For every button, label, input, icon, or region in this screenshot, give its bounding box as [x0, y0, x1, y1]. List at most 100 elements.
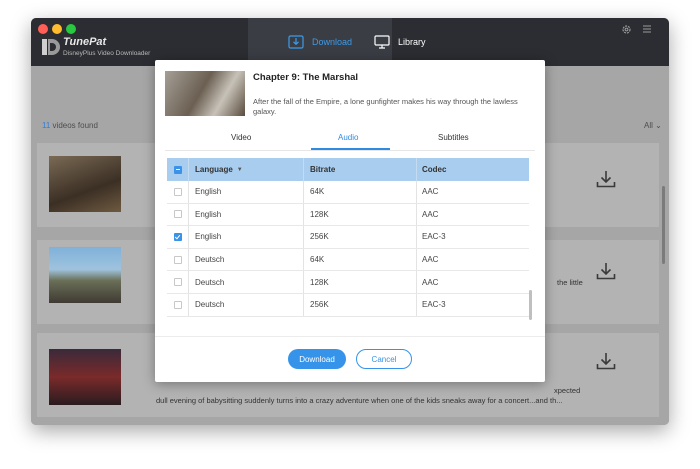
gear-icon[interactable] — [621, 24, 632, 35]
cell-codec: AAC — [422, 209, 439, 219]
close-window-button[interactable] — [38, 24, 48, 34]
row-checkbox[interactable] — [173, 255, 182, 264]
row-checkbox[interactable] — [173, 187, 182, 196]
column-divider — [303, 181, 304, 203]
table-row[interactable]: English 256K EAC-3 — [167, 226, 529, 249]
table-row[interactable]: English 64K AAC — [167, 181, 529, 204]
app-subtitle: DisneyPlus Video Downloader — [63, 50, 151, 57]
episode-poster — [165, 71, 245, 116]
column-divider — [416, 294, 417, 316]
column-header-codec: Codec — [422, 165, 447, 174]
cell-bitrate: 128K — [310, 209, 329, 219]
cell-codec: AAC — [422, 187, 439, 197]
video-thumbnail — [49, 156, 121, 212]
table-row[interactable]: English 128K AAC — [167, 203, 529, 227]
column-divider — [188, 226, 189, 248]
video-thumbnail — [49, 349, 121, 405]
sort-down-icon: ▼ — [236, 166, 243, 173]
row-checkbox[interactable] — [173, 278, 182, 287]
row-checkbox-cell — [167, 294, 188, 316]
column-divider — [188, 203, 189, 226]
column-divider — [416, 181, 417, 203]
videos-found-label: 11 videos found — [42, 121, 98, 130]
list-scrollbar[interactable] — [662, 186, 665, 264]
row-checkbox-cell — [167, 226, 188, 248]
download-icon[interactable] — [596, 352, 616, 370]
cancel-button[interactable]: Cancel — [356, 349, 412, 369]
minimize-window-button[interactable] — [52, 24, 62, 34]
table-scrollbar[interactable] — [529, 290, 532, 320]
download-button[interactable]: Download — [288, 349, 346, 369]
column-divider — [303, 248, 304, 271]
table-header: Language ▼ Bitrate Codec — [167, 158, 529, 181]
video-thumbnail — [49, 247, 121, 303]
tab-divider — [165, 150, 535, 151]
column-divider — [188, 158, 189, 181]
row-checkbox-cell — [167, 271, 188, 293]
column-divider — [416, 203, 417, 226]
column-divider — [416, 158, 417, 181]
row-checkbox-cell — [167, 181, 188, 203]
column-divider — [303, 271, 304, 293]
cell-bitrate: 64K — [310, 187, 325, 197]
episode-description: After the fall of the Empire, a lone gun… — [253, 97, 518, 116]
column-divider — [303, 226, 304, 248]
nav-library-label: Library — [398, 37, 426, 47]
tunepat-logo-icon — [42, 39, 60, 55]
table-row[interactable]: Deutsch 256K EAC-3 — [167, 294, 529, 317]
column-divider — [416, 248, 417, 271]
cell-codec: EAC-3 — [422, 300, 446, 310]
cell-codec: AAC — [422, 277, 439, 287]
column-divider — [188, 248, 189, 271]
chevron-down-icon: ⌄ — [655, 121, 662, 130]
column-header-bitrate: Bitrate — [310, 165, 336, 174]
row-checkbox[interactable] — [173, 232, 182, 241]
select-all-cell — [167, 158, 188, 181]
cell-bitrate: 64K — [310, 255, 325, 265]
cell-language: Deutsch — [195, 277, 225, 287]
column-divider — [188, 181, 189, 203]
tab-video[interactable]: Video — [231, 133, 251, 142]
tab-audio[interactable]: Audio — [338, 133, 358, 142]
cell-language: English — [195, 232, 222, 242]
row-checkbox[interactable] — [173, 210, 182, 219]
column-header-language-label: Language — [195, 165, 233, 174]
column-divider — [303, 294, 304, 316]
row-checkbox-cell — [167, 204, 188, 226]
row-description-fragment: the little — [557, 278, 583, 287]
cell-language: Deutsch — [195, 300, 225, 310]
row-description-fragment: dull evening of babysitting suddenly tur… — [156, 396, 563, 405]
cell-language: English — [195, 187, 222, 197]
table-row[interactable]: Deutsch 64K AAC — [167, 248, 529, 272]
zoom-window-button[interactable] — [66, 24, 76, 34]
nav-tab-library[interactable]: Library — [374, 18, 426, 66]
videos-found-count: 11 — [42, 121, 51, 130]
menu-icon[interactable] — [642, 24, 652, 34]
videos-found-suffix: videos found — [52, 121, 98, 130]
row-description-fragment: xpected — [554, 386, 581, 395]
table-row[interactable]: Deutsch 128K AAC — [167, 271, 529, 294]
filter-value: All — [644, 121, 653, 130]
column-divider — [303, 158, 304, 181]
footer-divider — [155, 336, 545, 337]
tab-subtitles[interactable]: Subtitles — [438, 133, 469, 142]
column-header-language[interactable]: Language ▼ — [195, 158, 243, 181]
select-all-checkbox[interactable] — [173, 165, 182, 174]
download-icon[interactable] — [596, 262, 616, 280]
cell-codec: AAC — [422, 255, 439, 265]
download-icon[interactable] — [596, 170, 616, 188]
row-checkbox-cell — [167, 249, 188, 271]
column-divider — [188, 271, 189, 293]
active-tab-indicator — [311, 148, 390, 150]
nav-tab-download[interactable]: Download — [248, 18, 392, 66]
cell-bitrate: 256K — [310, 232, 329, 242]
cell-bitrate: 128K — [310, 277, 329, 287]
download-icon — [288, 35, 304, 49]
column-divider — [416, 271, 417, 293]
monitor-icon — [374, 35, 390, 49]
filter-dropdown[interactable]: All ⌄ — [644, 121, 662, 130]
row-checkbox[interactable] — [173, 300, 182, 309]
download-settings-dialog: Chapter 9: The Marshal After the fall of… — [155, 60, 545, 382]
column-divider — [303, 203, 304, 226]
cell-bitrate: 256K — [310, 300, 329, 310]
